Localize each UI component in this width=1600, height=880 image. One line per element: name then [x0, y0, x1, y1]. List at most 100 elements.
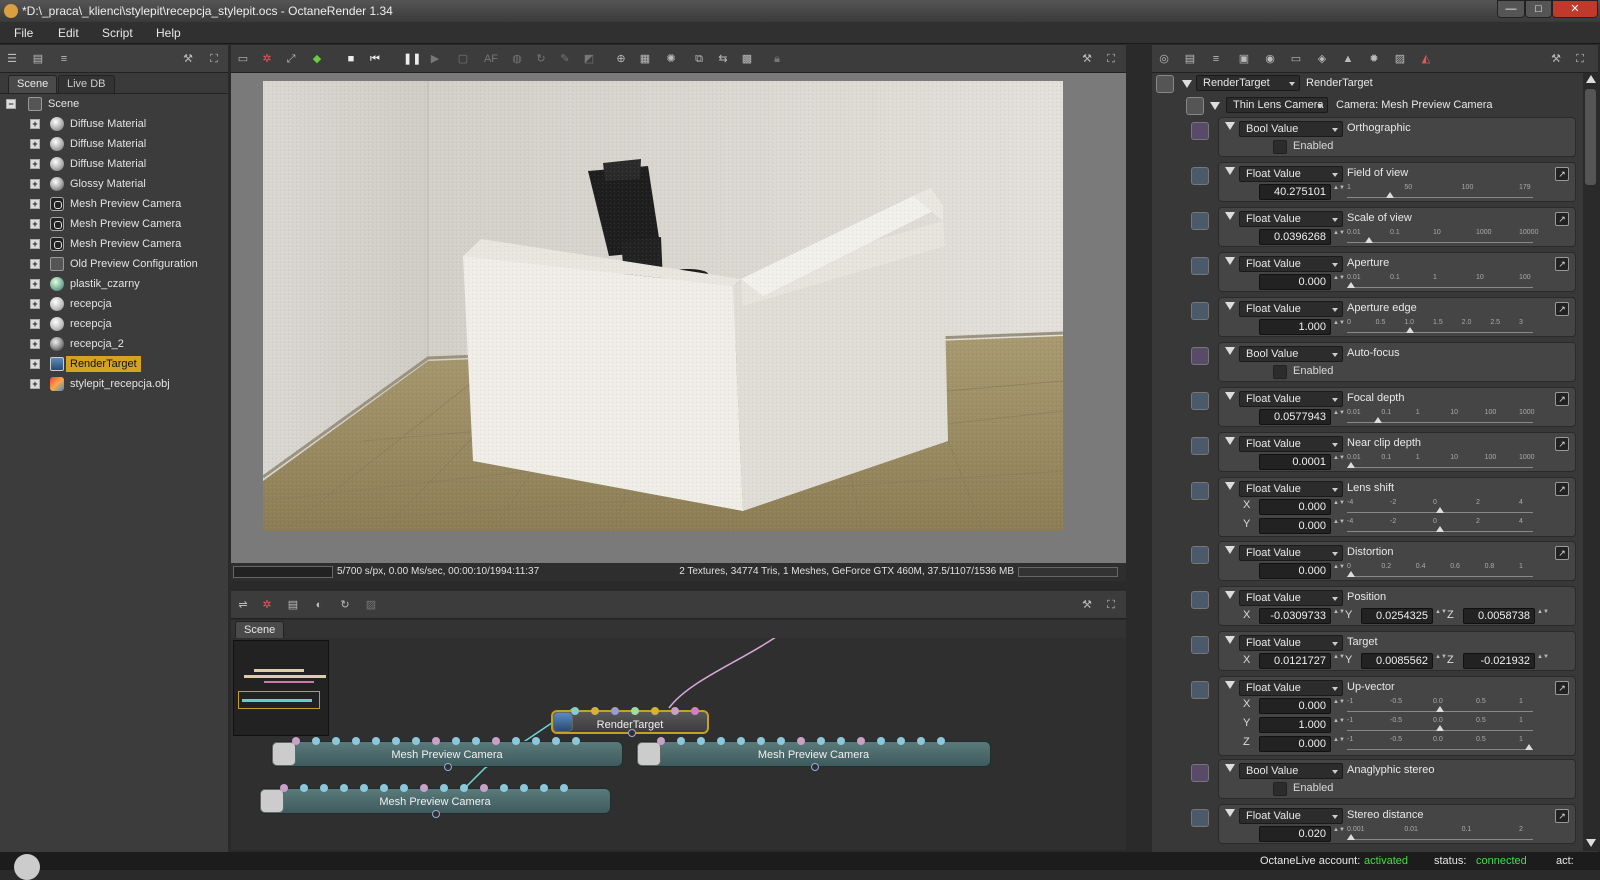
spin-arrows-icon[interactable]: ▲▼ [1333, 608, 1345, 624]
windows-icon[interactable]: ▤ [30, 51, 46, 67]
value-field[interactable]: 1.000 [1259, 319, 1331, 335]
value-type-combo[interactable]: Bool Value [1239, 121, 1343, 137]
enabled-checkbox[interactable] [1273, 782, 1287, 796]
expand-icon[interactable]: + [30, 319, 40, 329]
restart-render-icon[interactable]: ✲ [259, 51, 275, 67]
value-slider[interactable]: -4 -2 0 2 4 [1347, 499, 1533, 513]
value-field[interactable]: 0.000 [1259, 698, 1331, 714]
image-icon[interactable]: ▩ [739, 51, 755, 67]
enabled-checkbox[interactable] [1273, 140, 1287, 154]
tree-item[interactable]: + Mesh Preview Camera [0, 214, 226, 234]
expand-icon[interactable]: + [30, 279, 40, 289]
tree-item[interactable]: + recepcja_2 [0, 334, 226, 354]
spin-arrows-icon[interactable]: ▲▼ [1333, 717, 1345, 733]
edit-curve-icon[interactable]: ↗ [1555, 482, 1569, 496]
value-type-combo[interactable]: Float Value [1239, 301, 1343, 317]
value-type-combo[interactable]: Float Value [1239, 808, 1343, 824]
expand-arrow-icon[interactable] [1225, 392, 1235, 400]
value-type-combo[interactable]: Float Value [1239, 635, 1343, 651]
input-pin[interactable] [400, 784, 408, 792]
tree-root[interactable]: − Scene [0, 94, 226, 114]
edit-curve-icon[interactable]: ↗ [1555, 212, 1569, 226]
inspector-windows-icon[interactable]: ▤ [1182, 51, 1198, 67]
expand-arrow-icon[interactable] [1225, 167, 1235, 175]
slider-thumb[interactable] [1347, 834, 1355, 840]
input-pin[interactable] [917, 737, 925, 745]
tree-item[interactable]: + Diffuse Material [0, 134, 226, 154]
value-type-combo[interactable]: Float Value [1239, 391, 1343, 407]
tree-item[interactable]: + Mesh Preview Camera [0, 194, 226, 214]
value-slider[interactable]: -1 -0.5 0.0 0.5 1 [1347, 698, 1533, 712]
input-pin[interactable] [631, 707, 639, 715]
edit-curve-icon[interactable]: ↗ [1555, 546, 1569, 560]
input-pin[interactable] [877, 737, 885, 745]
output-pin[interactable] [628, 729, 636, 737]
input-pin[interactable] [571, 707, 579, 715]
render-window-icon[interactable]: ▭ [235, 51, 251, 67]
value-field[interactable]: 1.000 [1259, 717, 1331, 733]
input-pin[interactable] [332, 737, 340, 745]
node-graph[interactable]: RenderTarget Mesh Preview Camera Mesh Pr… [231, 638, 1126, 850]
minimize-button[interactable]: — [1497, 0, 1525, 18]
expand-arrow-icon[interactable] [1225, 212, 1235, 220]
edit-curve-icon[interactable]: ↗ [1555, 257, 1569, 271]
edit-curve-icon[interactable]: ↗ [1555, 302, 1569, 316]
camera-expand-arrow-icon[interactable] [1210, 102, 1220, 110]
value-type-combo[interactable]: Float Value [1239, 590, 1343, 606]
close-button[interactable]: ✕ [1552, 0, 1598, 18]
spin-arrows-icon[interactable]: ▲▼ [1333, 229, 1345, 245]
maximize-button[interactable]: □ [1525, 0, 1552, 18]
graph-grid-icon[interactable]: ▨ [363, 597, 379, 613]
menu-edit[interactable]: Edit [58, 26, 79, 40]
tree-item[interactable]: + Old Preview Configuration [0, 254, 226, 274]
value-slider[interactable]: 0.01 0.1 1 10 100 1000 [1347, 454, 1535, 468]
expand-arrow-icon[interactable] [1225, 437, 1235, 445]
input-pin[interactable] [360, 784, 368, 792]
value-slider[interactable]: 0.01 0.1 10 1000 10000 [1347, 229, 1538, 243]
node-camera-1[interactable]: Mesh Preview Camera [271, 737, 623, 771]
input-pin[interactable] [777, 737, 785, 745]
spin-arrows-icon[interactable]: ▲▼ [1435, 608, 1447, 624]
expand-icon[interactable]: + [30, 299, 40, 309]
value-field[interactable]: -0.0309733 [1259, 608, 1331, 624]
expand-icon[interactable]: + [30, 139, 40, 149]
value-slider[interactable]: -1 -0.5 0.0 0.5 1 [1347, 717, 1533, 731]
slider-thumb[interactable] [1436, 526, 1444, 532]
zoom-icon[interactable]: ⊕ [613, 51, 629, 67]
viewport-fullscreen-icon[interactable]: ⛶ [1103, 51, 1119, 67]
inspector-render-target-icon[interactable]: ▣ [1236, 51, 1252, 67]
input-pin[interactable] [280, 784, 288, 792]
graph-refresh-icon[interactable]: ↻ [337, 597, 353, 613]
value-type-combo[interactable]: Float Value [1239, 211, 1343, 227]
inspector-scrollbar[interactable] [1583, 73, 1598, 851]
expand-icon[interactable]: + [30, 219, 40, 229]
spin-arrows-icon[interactable]: ▲▼ [1333, 736, 1345, 752]
value-field[interactable]: 0.020 [1259, 826, 1331, 842]
node-render-target[interactable]: RenderTarget [551, 707, 709, 737]
input-pin[interactable] [540, 784, 548, 792]
expand-arrow-icon[interactable] [1225, 809, 1235, 817]
input-pin[interactable] [657, 737, 665, 745]
inspector-list-icon[interactable]: ≡ [1208, 51, 1224, 67]
graph-node-icon[interactable]: ◐ [311, 597, 327, 613]
region-icon[interactable]: ▢ [455, 51, 471, 67]
slider-thumb[interactable] [1525, 744, 1533, 750]
spin-arrows-icon[interactable]: ▲▼ [1333, 409, 1345, 425]
spin-arrows-icon[interactable]: ▲▼ [1333, 653, 1345, 669]
inspector-cam-icon[interactable]: ◉ [1262, 51, 1278, 67]
expand-icon[interactable]: + [30, 259, 40, 269]
input-pin[interactable] [292, 737, 300, 745]
value-slider[interactable]: 0.01 0.1 1 10 100 [1347, 274, 1533, 288]
viewport-wrench-icon[interactable]: ⚒ [1079, 51, 1095, 67]
input-pin[interactable] [432, 737, 440, 745]
expand-arrow-icon[interactable] [1225, 257, 1235, 265]
graph-layout-icon[interactable]: ⇌ [235, 597, 251, 613]
input-pin[interactable] [472, 737, 480, 745]
input-pin[interactable] [651, 707, 659, 715]
material-picker-icon[interactable]: ◍ [509, 51, 525, 67]
slider-thumb[interactable] [1347, 462, 1355, 468]
value-field[interactable]: 0.0121727 [1259, 653, 1331, 669]
value-slider[interactable]: 0 0.2 0.4 0.6 0.8 1 [1347, 563, 1533, 577]
value-field[interactable]: 0.000 [1259, 736, 1331, 752]
fullscreen-icon[interactable]: ⛶ [206, 51, 222, 67]
